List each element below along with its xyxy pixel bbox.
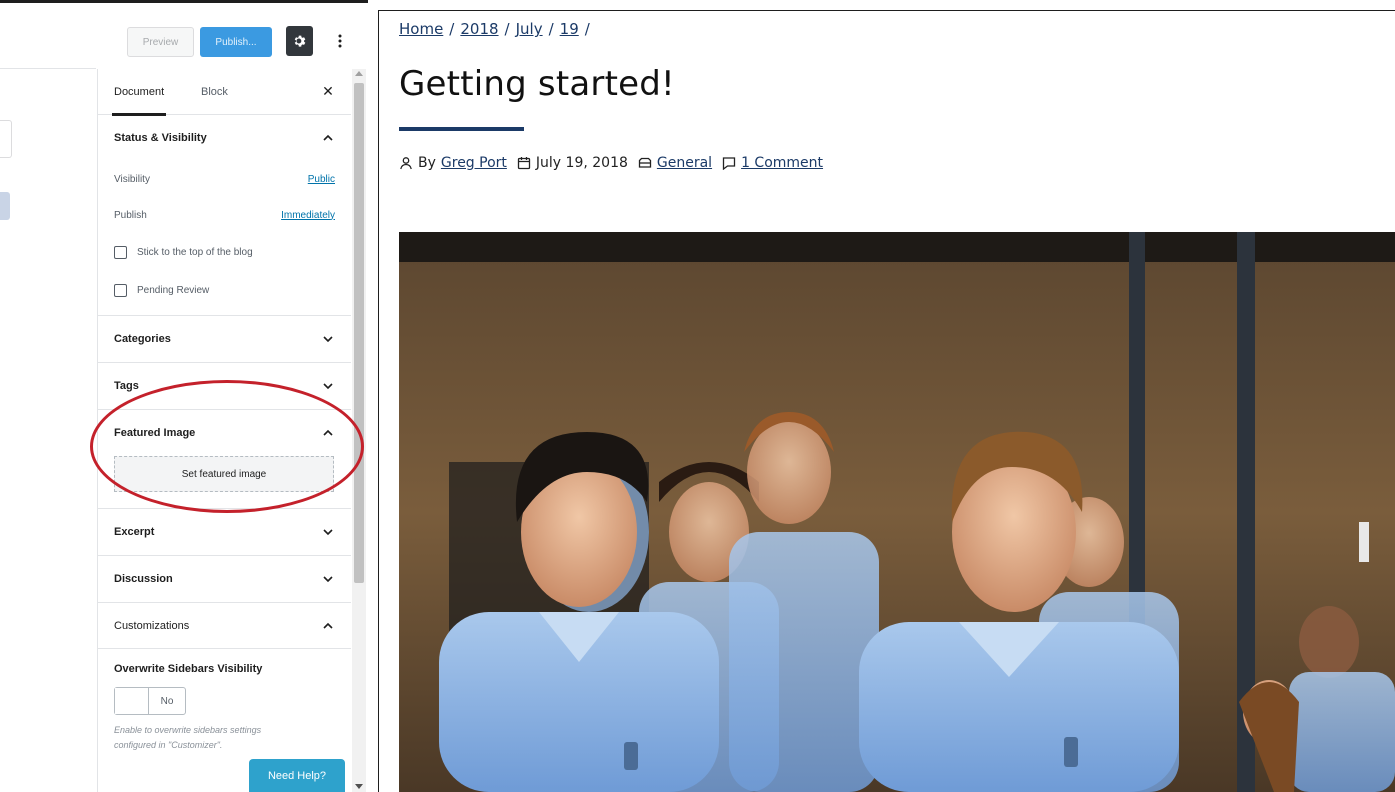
breadcrumb-separator: / (548, 20, 554, 38)
chevron-up-icon (321, 426, 335, 440)
panel-discussion-toggle[interactable]: Discussion (98, 556, 351, 602)
document-settings-sidebar: Document Block ✕ Status & Visibility Vis… (97, 69, 351, 792)
sticky-label: Stick to the top of the blog (137, 246, 253, 258)
more-options-button[interactable] (330, 26, 350, 56)
breadcrumb-separator: / (584, 20, 590, 38)
chevron-up-icon (321, 619, 335, 633)
panel-tags: Tags (98, 363, 351, 410)
scroll-up-arrow-icon[interactable] (355, 71, 363, 76)
breadcrumb-day-link[interactable]: 19 (560, 20, 579, 38)
tab-document[interactable]: Document (111, 69, 167, 116)
tab-block[interactable]: Block (201, 69, 228, 115)
toolbar-divider (0, 68, 96, 69)
meta-comments: 1 Comment (722, 155, 823, 171)
pending-checkbox-row[interactable]: Pending Review (98, 271, 351, 309)
breadcrumb: Home / 2018 / July / 19 / (399, 20, 590, 38)
block-editor: Preview Publish... Document Block ✕ Stat… (0, 0, 368, 792)
canvas-block-edge[interactable] (0, 120, 12, 158)
post-meta: By Greg Port July 19, 2018 General 1 Com… (399, 155, 823, 171)
panel-title: Featured Image (114, 427, 196, 439)
customizations-body: Overwrite Sidebars Visibility No Enable … (98, 649, 351, 753)
post-title: Getting started! (399, 64, 675, 104)
need-help-button[interactable]: Need Help? (249, 759, 345, 792)
category-link[interactable]: General (657, 155, 712, 171)
kebab-menu-icon (338, 34, 342, 48)
panel-discussion: Discussion (98, 556, 351, 603)
meta-date: July 19, 2018 (517, 155, 628, 171)
overwrite-sidebars-title: Overwrite Sidebars Visibility (114, 663, 263, 675)
toggle-knob (115, 688, 149, 714)
gear-icon (294, 35, 305, 47)
panel-featured-image: Featured Image Set featured image (98, 410, 351, 509)
publish-row: Publish Immediately (98, 197, 351, 233)
breadcrumb-month-link[interactable]: July (516, 20, 543, 38)
meta-by-label: By (418, 155, 436, 171)
overwrite-sidebars-description: Enable to overwrite sidebars settings co… (114, 725, 262, 750)
canvas-block-edge-selected[interactable] (0, 192, 10, 220)
visibility-label: Visibility (114, 173, 150, 185)
sidebar-tabs: Document Block ✕ (98, 69, 351, 116)
set-featured-image-button[interactable]: Set featured image (114, 456, 334, 492)
pending-review-label: Pending Review (137, 284, 210, 296)
toggle-value: No (160, 695, 174, 707)
frame-border-top (378, 10, 1395, 11)
publish-label: Publish (114, 209, 147, 221)
panel-excerpt-toggle[interactable]: Excerpt (98, 509, 351, 555)
post-date: July 19, 2018 (535, 155, 628, 171)
panel-title: Tags (114, 380, 139, 392)
visibility-link[interactable]: Public (308, 174, 335, 185)
panel-customizations-toggle[interactable]: Customizations (98, 603, 351, 649)
panel-title: Categories (114, 333, 171, 345)
publish-button[interactable]: Publish... (200, 27, 272, 57)
chevron-up-icon (321, 131, 335, 145)
post-frontend: Home / 2018 / July / 19 / Getting starte… (368, 0, 1395, 792)
comment-icon (722, 157, 736, 170)
panel-title: Customizations (114, 619, 190, 632)
scroll-down-arrow-icon[interactable] (355, 784, 363, 789)
chevron-down-icon (321, 572, 335, 586)
panel-status-visibility: Status & Visibility Visibility Public Pu… (98, 115, 351, 316)
chevron-down-icon (321, 525, 335, 539)
author-link[interactable]: Greg Port (441, 155, 507, 171)
folder-icon (638, 157, 652, 168)
meta-category: General (638, 155, 712, 171)
pending-review-checkbox[interactable] (114, 283, 127, 297)
frame-border-left (378, 10, 379, 792)
visibility-row: Visibility Public (98, 161, 351, 197)
scrollbar-thumb[interactable] (354, 83, 364, 583)
panel-title: Status & Visibility (114, 132, 207, 144)
calendar-icon (517, 157, 531, 170)
panel-categories: Categories (98, 316, 351, 363)
panel-excerpt: Excerpt (98, 509, 351, 556)
sticky-checkbox-row[interactable]: Stick to the top of the blog (98, 233, 351, 271)
panel-title: Discussion (114, 573, 173, 585)
breadcrumb-separator: / (504, 20, 510, 38)
panel-customizations: Customizations Overwrite Sidebars Visibi… (98, 603, 351, 753)
editor-top-border (0, 0, 368, 3)
sticky-checkbox[interactable] (114, 245, 127, 259)
featured-photo-students (399, 232, 1395, 792)
panel-featured-image-toggle[interactable]: Featured Image (98, 410, 351, 456)
close-icon[interactable]: ✕ (321, 83, 335, 99)
panel-status-visibility-toggle[interactable]: Status & Visibility (98, 115, 351, 161)
photo-illustration (399, 232, 1395, 792)
user-icon (400, 157, 412, 170)
breadcrumb-year-link[interactable]: 2018 (460, 20, 498, 38)
meta-author: By Greg Port (399, 155, 507, 171)
chevron-down-icon (321, 379, 335, 393)
overwrite-sidebars-toggle[interactable]: No (114, 687, 186, 715)
panel-title: Excerpt (114, 526, 155, 538)
preview-button[interactable]: Preview (127, 27, 194, 57)
panel-tags-toggle[interactable]: Tags (98, 363, 351, 409)
settings-button[interactable] (286, 26, 313, 56)
sidebar-scrollbar[interactable] (352, 69, 366, 792)
breadcrumb-home-link[interactable]: Home (399, 20, 443, 38)
breadcrumb-separator: / (449, 20, 455, 38)
panel-categories-toggle[interactable]: Categories (98, 316, 351, 362)
chevron-down-icon (321, 332, 335, 346)
publish-date-link[interactable]: Immediately (281, 210, 335, 221)
comments-link[interactable]: 1 Comment (741, 155, 823, 171)
title-underline (399, 127, 524, 131)
